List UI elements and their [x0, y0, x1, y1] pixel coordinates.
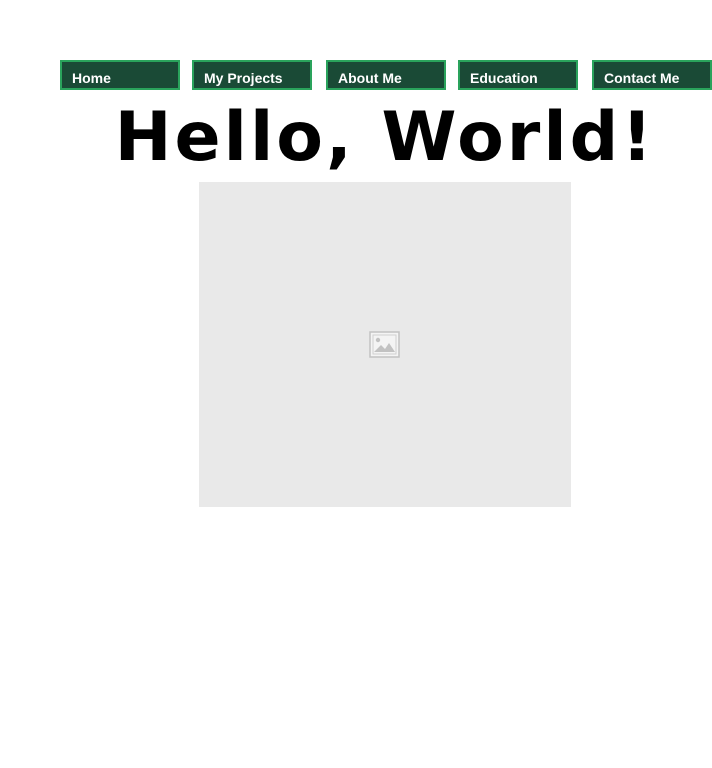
nav-contact-button[interactable]: Contact Me — [592, 60, 712, 90]
nav-projects-label: My Projects — [204, 70, 283, 86]
main-image — [199, 182, 571, 507]
page-heading: Hello, World! — [114, 98, 656, 177]
nav-education-label: Education — [470, 70, 538, 86]
nav-about-button[interactable]: About Me — [326, 60, 446, 90]
top-nav: Home My Projects About Me Education Cont… — [0, 60, 712, 90]
nav-home-label: Home — [72, 70, 111, 86]
nav-about-label: About Me — [338, 70, 402, 86]
nav-home-button[interactable]: Home — [60, 60, 180, 90]
broken-image-icon — [369, 331, 400, 358]
nav-contact-label: Contact Me — [604, 70, 680, 86]
nav-education-button[interactable]: Education — [458, 60, 578, 90]
nav-projects-button[interactable]: My Projects — [192, 60, 312, 90]
